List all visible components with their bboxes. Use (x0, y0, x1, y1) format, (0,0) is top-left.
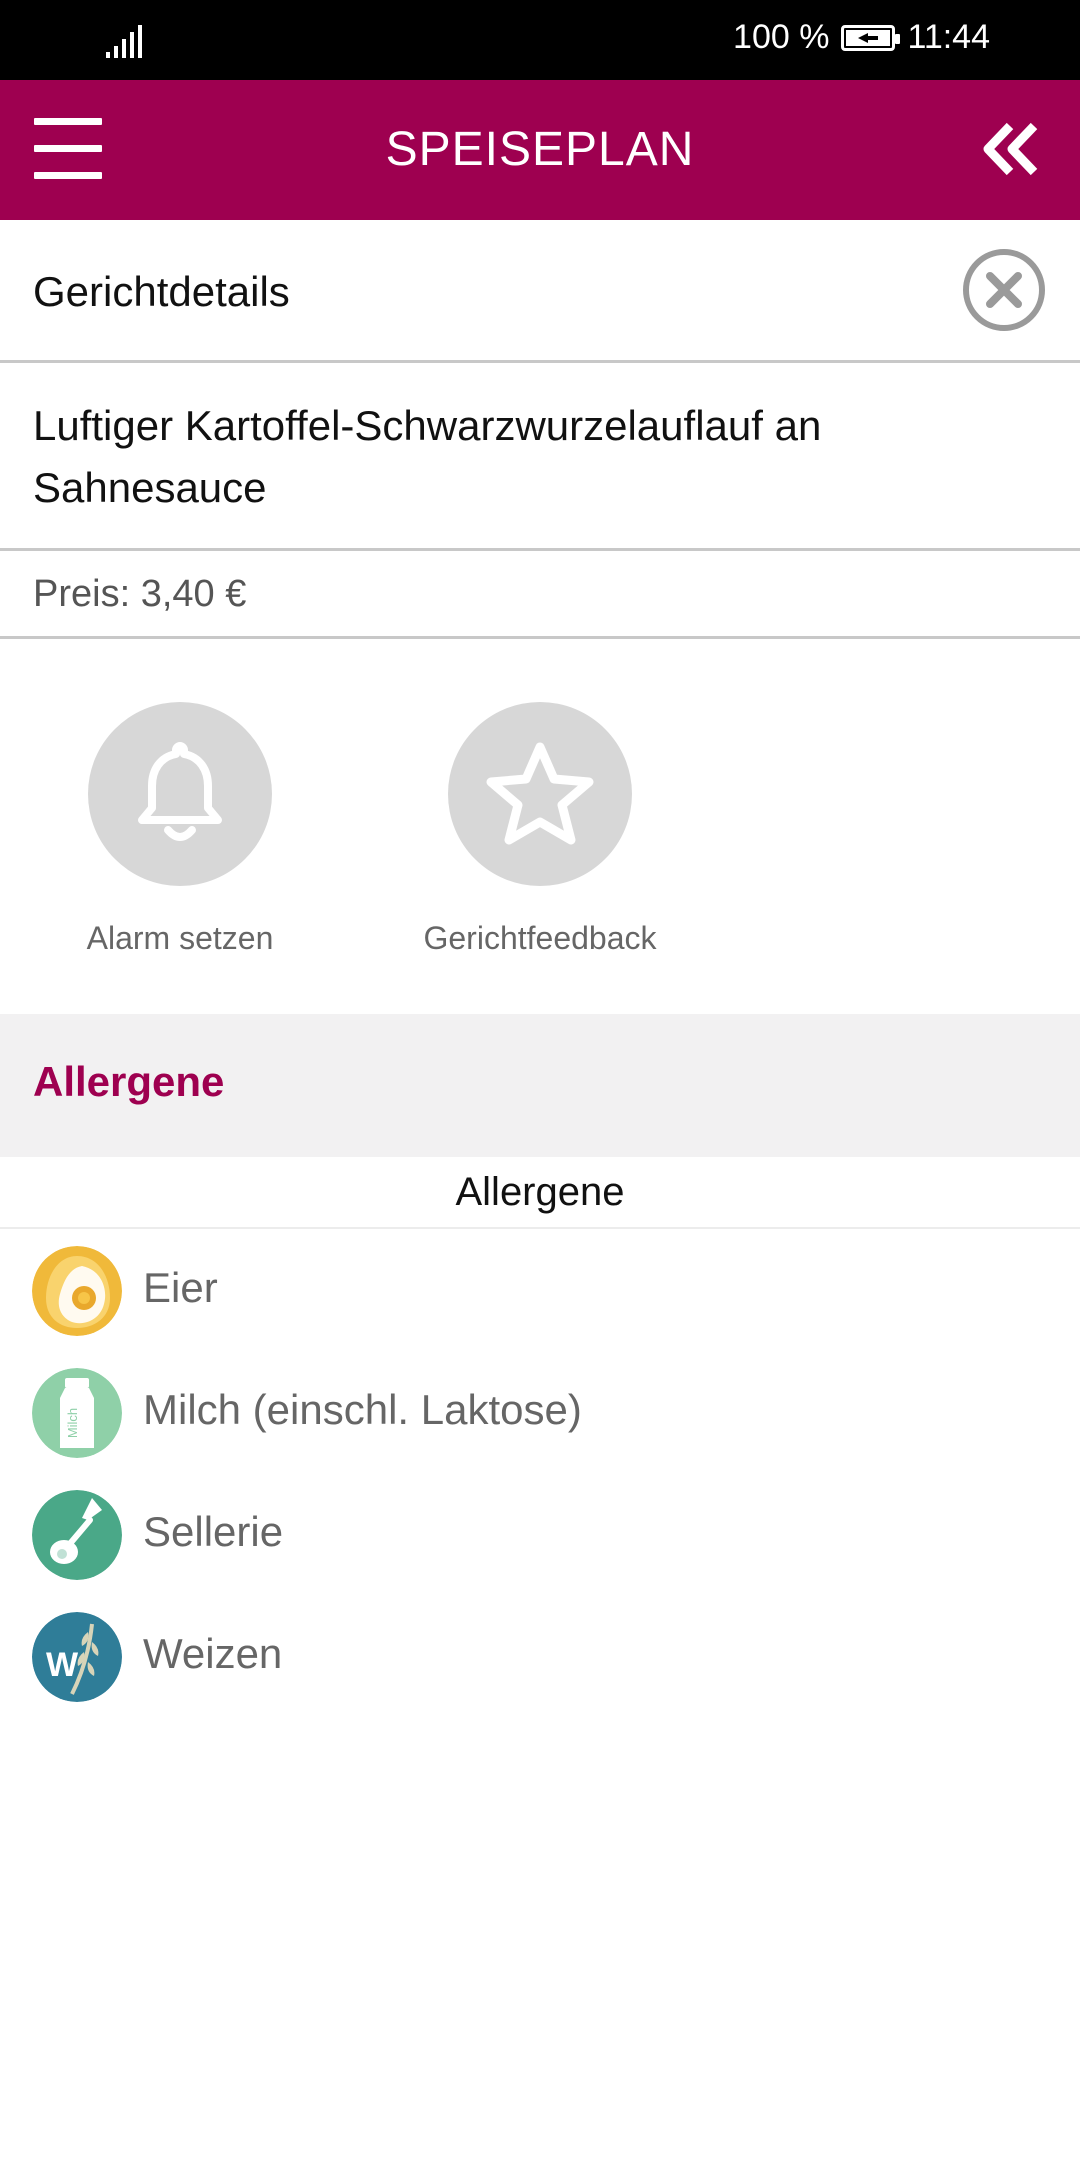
list-item: W Weizen (0, 1606, 1080, 1728)
allergen-name: Eier (143, 1264, 218, 1311)
dish-price: Preis: 3,40 € (33, 573, 247, 615)
wheat-letter: W (46, 1646, 79, 1684)
dish-feedback-button[interactable]: Gerichtfeedback (390, 702, 690, 957)
allergen-name: Weizen (143, 1630, 283, 1677)
allergen-section-title: Allergene (33, 1058, 225, 1105)
set-alarm-label: Alarm setzen (86, 920, 274, 956)
star-icon (486, 742, 594, 845)
dish-feedback-label: Gerichtfeedback (423, 920, 657, 956)
dish-section: Luftiger Kartoffel-Schwarzwurzelauflauf … (0, 363, 1080, 551)
battery-percent: 100 % (733, 18, 830, 56)
app-title: SPEISEPLAN (385, 123, 695, 176)
allergen-name: Sellerie (143, 1508, 284, 1555)
clock: 11:44 (907, 18, 990, 56)
set-alarm-button[interactable]: Alarm setzen (30, 702, 330, 957)
milk-bottle-label: Milch (65, 1408, 80, 1438)
feedback-circle (448, 702, 632, 886)
details-title: Gerichtdetails (33, 268, 290, 315)
allergen-section-header: Allergene (0, 1014, 1080, 1157)
wheat-icon: W (32, 1612, 122, 1702)
alarm-circle (88, 702, 272, 886)
close-circle-icon[interactable] (962, 248, 1046, 332)
app-bar: SPEISEPLAN (0, 80, 1080, 220)
milk-bottle-icon: Milch (32, 1368, 122, 1458)
list-item: Milch Milch (einschl. Laktose) (0, 1362, 1080, 1484)
allergen-name: Milch (einschl. Laktose) (143, 1386, 582, 1433)
celery-icon (32, 1490, 122, 1580)
battery-charging-icon (841, 24, 901, 51)
dish-name: Luftiger Kartoffel-Schwarzwurzelauflauf … (33, 402, 822, 511)
double-chevron-left-icon[interactable] (980, 118, 1042, 180)
allergen-subheader: Allergene (0, 1157, 1080, 1229)
signal-icon (106, 25, 142, 58)
bell-icon (138, 742, 222, 841)
details-header: Gerichtdetails (0, 220, 1080, 363)
egg-icon (32, 1246, 122, 1336)
list-item: Eier (0, 1240, 1080, 1362)
status-bar: 100 % 11:44 (0, 0, 1080, 80)
allergen-list: Eier Milch Milch (einschl. Laktose) Sell… (0, 1240, 1080, 1728)
list-item: Sellerie (0, 1484, 1080, 1606)
price-section: Preis: 3,40 € (0, 551, 1080, 639)
